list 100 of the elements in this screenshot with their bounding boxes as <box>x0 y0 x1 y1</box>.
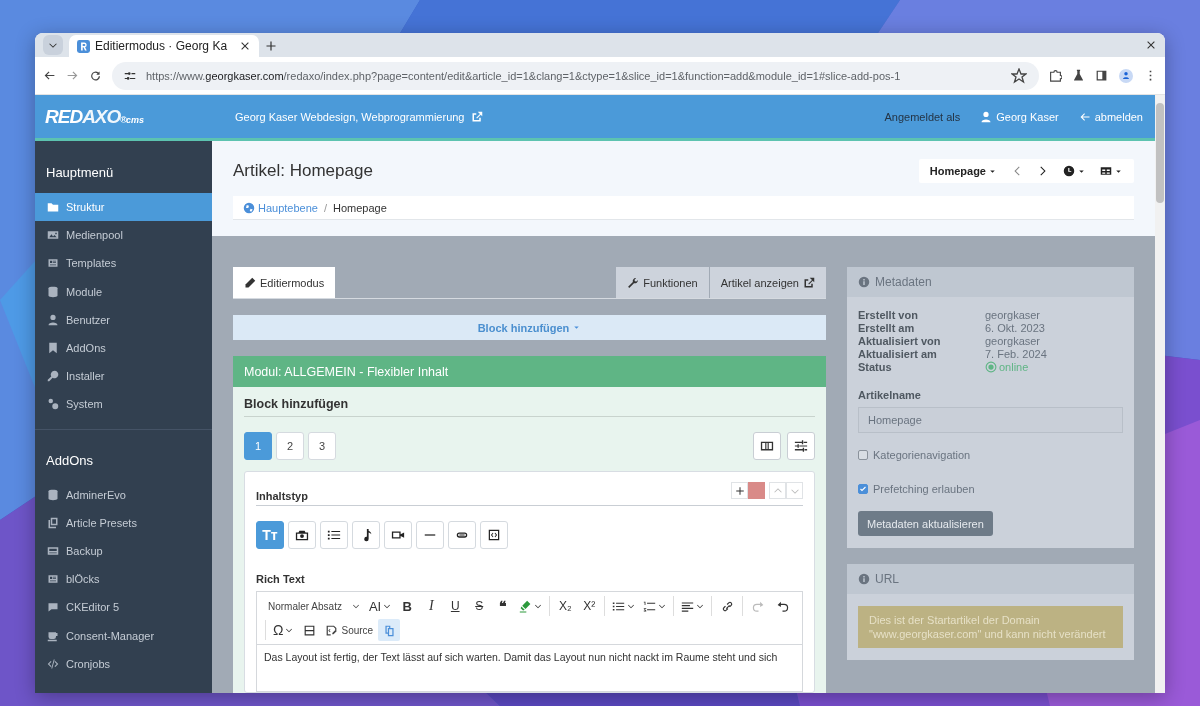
paragraph-format-dropdown[interactable]: Normaler Absatz <box>263 595 364 617</box>
flask-icon[interactable] <box>1072 69 1085 82</box>
close-icon[interactable] <box>239 40 251 52</box>
html-embed-icon <box>302 623 316 637</box>
redo-icon <box>751 599 765 613</box>
newspaper-icon <box>47 573 59 586</box>
sidebar-item[interactable]: Medienpool <box>35 221 212 250</box>
content-type-button[interactable] <box>384 521 412 549</box>
sidebar-item[interactable]: blÖcks <box>35 565 212 594</box>
special-characters-button[interactable]: Ω <box>270 619 297 641</box>
chevron-down-icon <box>351 602 360 610</box>
format-button[interactable]: ❝ <box>492 595 515 617</box>
sidebar-item[interactable]: Benutzer <box>35 305 212 334</box>
reload-icon[interactable] <box>89 69 102 82</box>
field-label: Rich Text <box>256 573 306 585</box>
meta-label: Erstellt von <box>858 309 919 321</box>
meta-label: Status <box>858 361 893 373</box>
site-settings-icon[interactable] <box>124 69 136 82</box>
chevron-down-icon <box>627 602 636 610</box>
content-type-button[interactable] <box>480 521 508 549</box>
format-button[interactable]: X₂ <box>554 595 577 617</box>
forward-icon[interactable] <box>66 69 79 82</box>
sidebar-item[interactable]: System <box>35 390 212 419</box>
tab[interactable]: Funktionen <box>616 267 709 298</box>
chevron-down-icon <box>696 602 705 610</box>
panel-title: URL <box>875 572 899 586</box>
chevron-down-icon <box>658 602 667 610</box>
content-type-button[interactable] <box>352 521 380 549</box>
camera-icon <box>295 528 309 542</box>
settings-button[interactable] <box>787 432 815 460</box>
page-tab[interactable]: 3 <box>308 432 336 460</box>
sidebar-item[interactable]: Installer <box>35 362 212 391</box>
external-link-icon <box>470 110 483 123</box>
format-button[interactable]: X² <box>578 595 601 617</box>
back-icon[interactable] <box>43 69 56 82</box>
code-icon <box>487 528 501 542</box>
paste-from-office-button[interactable] <box>378 619 401 641</box>
plus-icon <box>734 485 745 496</box>
new-tab-icon[interactable] <box>265 40 277 52</box>
star-icon[interactable] <box>1011 67 1027 84</box>
page-title: Artikel: Homepage <box>233 161 373 181</box>
source-button[interactable]: Source <box>322 619 377 641</box>
database-icon <box>47 488 59 501</box>
sidebar-item[interactable]: AddOns <box>35 333 212 363</box>
browser-tab[interactable]: Editiermodus · Georg Ka <box>69 35 259 57</box>
gears-icon <box>47 398 59 411</box>
close-icon[interactable] <box>1145 39 1157 51</box>
puzzle-icon[interactable] <box>1049 69 1062 82</box>
sidebar-item[interactable]: CKEditor 5 <box>35 593 212 622</box>
user-icon <box>980 110 993 123</box>
sidebar-item[interactable]: Templates <box>35 249 212 278</box>
meta-label: Aktualisiert am <box>858 348 938 360</box>
add-button[interactable] <box>731 482 748 499</box>
newspaper-icon <box>47 257 59 270</box>
columns-icon <box>760 439 774 453</box>
folder-icon <box>47 201 59 214</box>
article-dropdown[interactable]: Homepage <box>922 159 1004 183</box>
editor-text[interactable]: Das Layout ist fertig, der Text lässt auf sich warten. Damit das Layout nun nicht nackt im Raume steht und sich <box>257 645 802 669</box>
sidebar-item[interactable]: Cronjobs <box>35 649 212 678</box>
address-bar[interactable]: https://www.georgkaser.com/redaxo/index.php?page=content/edit&article_id=1&clang=1&ctype=1&slice_id=1&function=add&module_id=1#slice-add-pos-1 <box>112 61 1039 90</box>
status-value: online <box>985 361 1123 373</box>
checkbox[interactable] <box>858 450 868 460</box>
copy-icon <box>47 516 59 529</box>
field-label: Inhaltstyp <box>256 490 308 502</box>
font-size-button[interactable]: AI <box>365 595 395 617</box>
sidebar-item[interactable]: Article Presets <box>35 508 212 537</box>
align-left-icon <box>681 599 695 613</box>
profile-icon[interactable] <box>1118 67 1134 84</box>
breadcrumb-link[interactable]: Hauptebene <box>243 201 318 214</box>
page-tab[interactable]: 2 <box>276 432 304 460</box>
checkbox[interactable] <box>858 484 868 494</box>
logged-in-label: Angemeldet als <box>884 110 961 123</box>
breadcrumb-separator: / <box>323 201 327 214</box>
chevron-down-icon <box>285 626 294 634</box>
format-button[interactable]: B <box>396 595 419 617</box>
content-type-button[interactable] <box>320 521 348 549</box>
favicon-icon <box>77 39 90 53</box>
tab-title: Editiermodus · Georg Ka <box>95 39 229 53</box>
scrollbar[interactable] <box>1155 95 1165 693</box>
sidebar-item[interactable]: AdminerEvo <box>35 480 212 509</box>
content-type-button[interactable] <box>448 521 476 549</box>
sidebar-item[interactable]: Consent-Manager <box>35 621 212 650</box>
tab[interactable]: Artikel anzeigen <box>709 267 826 298</box>
breadcrumb-current: Homepage <box>333 201 387 214</box>
content-type-button[interactable] <box>288 521 316 549</box>
user-icon <box>47 313 59 326</box>
chevron-down-icon <box>534 602 543 610</box>
format-button[interactable]: U <box>444 595 467 617</box>
side-panel-icon[interactable] <box>1095 69 1108 82</box>
editing-tab[interactable]: Editiermodus <box>233 267 336 298</box>
module-title: Modul: ALLGEMEIN - Flexibler Inhalt <box>244 364 449 379</box>
sidebar-item[interactable]: Module <box>35 277 212 306</box>
format-button[interactable]: S <box>468 595 491 617</box>
clock-icon <box>1063 165 1075 177</box>
update-metadata-button[interactable]: Metadaten aktualisieren <box>858 511 993 536</box>
columns-button[interactable] <box>753 432 781 460</box>
format-button[interactable]: I <box>420 595 443 617</box>
meta-value: 6. Okt. 2023 <box>985 322 1046 334</box>
meta-value: georgkaser <box>985 335 1042 347</box>
sidebar-item[interactable]: Backup <box>35 536 212 566</box>
